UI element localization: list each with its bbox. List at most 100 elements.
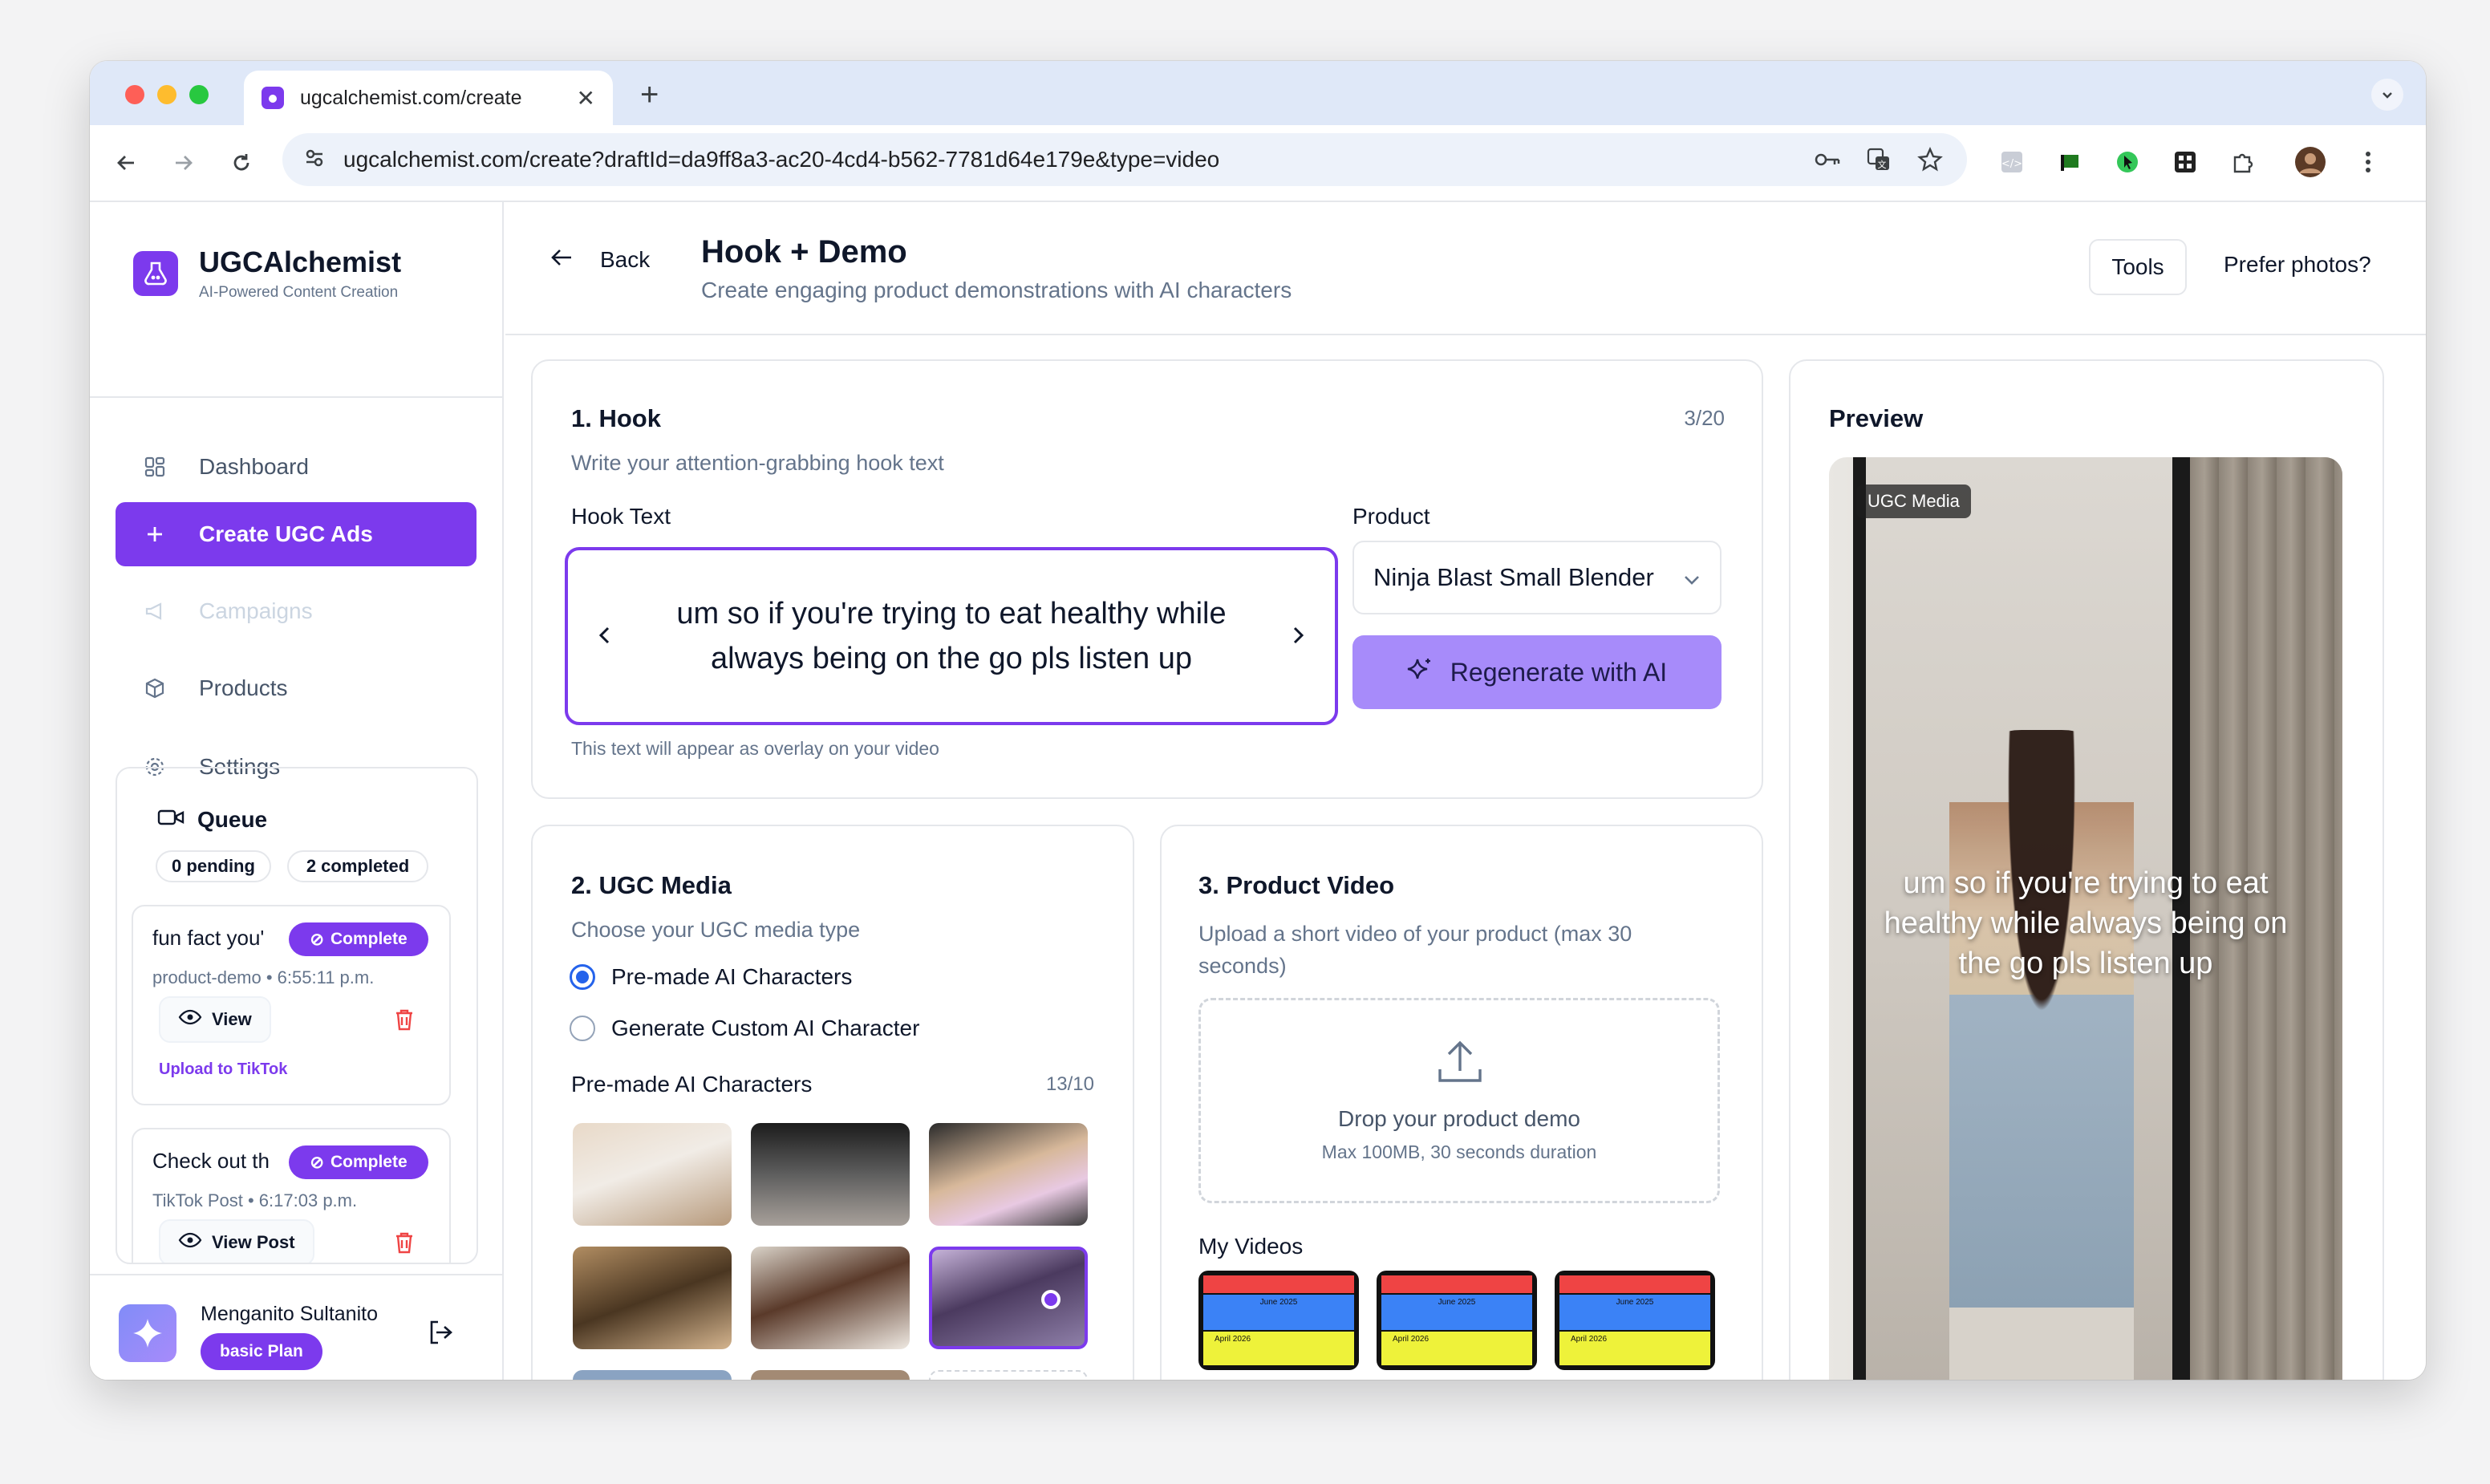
product-label: Product bbox=[1352, 504, 1430, 529]
sidebar-item-label: Campaigns bbox=[199, 598, 313, 623]
hook-text-input[interactable]: um so if you're trying to eat healthy wh… bbox=[565, 547, 1338, 725]
devtools-extension-icon[interactable]: </> bbox=[1993, 143, 2031, 181]
browser-menu-icon[interactable] bbox=[2349, 143, 2387, 181]
queue-item[interactable]: fun fact you' ⊘ Complete product-demo • 6… bbox=[132, 905, 451, 1105]
queue-item[interactable]: Check out th ⊘ Complete TikTok Post • 6:1… bbox=[132, 1128, 451, 1263]
translate-icon[interactable]: 文 bbox=[1863, 144, 1895, 176]
back-arrow-icon[interactable] bbox=[107, 144, 144, 181]
hook-card: 1. Hook 3/20 Write your attention-grabbi… bbox=[531, 359, 1763, 799]
view-post-button[interactable]: View Post bbox=[159, 1219, 314, 1263]
add-character-tile[interactable] bbox=[929, 1370, 1088, 1380]
prefer-photos-link[interactable]: Prefer photos? bbox=[2224, 252, 2371, 278]
video-label: June 2025 bbox=[1203, 1295, 1354, 1330]
sidebar-item-label: Create UGC Ads bbox=[199, 521, 373, 546]
premade-section-label: Pre-made AI Characters bbox=[571, 1072, 813, 1097]
hook-counter: 3/20 bbox=[1684, 406, 1725, 430]
dropzone-subtitle: Max 100MB, 30 seconds duration bbox=[1321, 1141, 1597, 1162]
sparkle-avatar-icon bbox=[119, 1304, 176, 1362]
trash-icon[interactable] bbox=[393, 1008, 417, 1033]
upload-to-tiktok-link[interactable]: Upload to TikTok bbox=[159, 1060, 287, 1079]
regenerate-with-ai-button[interactable]: Regenerate with AI bbox=[1352, 635, 1722, 709]
hook-text-label: Hook Text bbox=[571, 504, 671, 529]
chevron-right-icon[interactable] bbox=[1282, 619, 1314, 651]
app: UGCAlchemist AI-Powered Content Creation… bbox=[90, 202, 2426, 1380]
logo-icon bbox=[133, 251, 178, 296]
character-thumbnail-selected[interactable] bbox=[929, 1247, 1088, 1349]
sidebar-item-label: Products bbox=[199, 675, 288, 700]
chevron-down-icon bbox=[1683, 563, 1701, 592]
qr-extension-icon[interactable] bbox=[2166, 143, 2204, 181]
hook-title: 1. Hook bbox=[571, 404, 661, 432]
character-thumbnail[interactable] bbox=[751, 1247, 910, 1349]
forward-arrow-icon[interactable] bbox=[165, 144, 202, 181]
address-bar[interactable]: ugcalchemist.com/create?draftId=da9ff8a3… bbox=[282, 133, 1967, 186]
my-videos-label: My Videos bbox=[1198, 1234, 1304, 1259]
character-thumbnail[interactable] bbox=[573, 1247, 732, 1349]
sidebar-item-campaigns[interactable]: Campaigns bbox=[116, 579, 477, 643]
browser-tab[interactable]: ugcalchemist.com/create ✕ bbox=[244, 71, 613, 125]
video-thumbnail[interactable]: June 2025 April 2026 bbox=[1377, 1271, 1537, 1370]
hook-subtitle: Write your attention-grabbing hook text bbox=[571, 451, 944, 475]
site-settings-icon[interactable] bbox=[303, 147, 326, 173]
queue-panel: Queue 0 pending 2 completed fun fact you… bbox=[116, 767, 478, 1264]
video-thumbnail[interactable]: June 2025 April 2026 bbox=[1555, 1271, 1715, 1370]
ugc-media-title: 2. UGC Media bbox=[571, 871, 732, 899]
minimize-window-button[interactable] bbox=[157, 85, 176, 104]
plan-badge[interactable]: basic Plan bbox=[201, 1333, 322, 1370]
premade-count: 13/10 bbox=[1045, 1073, 1094, 1095]
character-thumbnail[interactable] bbox=[751, 1123, 910, 1226]
tab-bar: ugcalchemist.com/create ✕ + bbox=[90, 61, 2426, 125]
hook-text-value: um so if you're trying to eat healthy wh… bbox=[676, 597, 1227, 675]
character-thumbnail[interactable] bbox=[573, 1123, 732, 1226]
character-thumbnail[interactable] bbox=[929, 1123, 1088, 1226]
character-thumbnail[interactable] bbox=[573, 1370, 732, 1380]
radio-custom-character[interactable]: Generate Custom AI Character bbox=[570, 1016, 919, 1041]
sidebar: UGCAlchemist AI-Powered Content Creation… bbox=[90, 202, 504, 1380]
radio-premade-characters[interactable]: Pre-made AI Characters bbox=[570, 964, 852, 990]
queue-item-title: fun fact you' bbox=[152, 926, 265, 950]
profile-avatar-icon[interactable] bbox=[2291, 143, 2330, 181]
view-button[interactable]: View bbox=[159, 996, 271, 1043]
product-video-card: 3. Product Video Upload a short video of… bbox=[1160, 825, 1763, 1380]
preview-title: Preview bbox=[1829, 404, 1924, 432]
new-tab-icon[interactable]: + bbox=[640, 79, 659, 111]
close-tab-icon[interactable]: ✕ bbox=[577, 85, 595, 112]
bookmark-star-icon[interactable] bbox=[1914, 144, 1946, 176]
tab-search-icon[interactable] bbox=[2371, 79, 2403, 111]
password-key-icon[interactable] bbox=[1811, 144, 1843, 176]
sidebar-item-dashboard[interactable]: Dashboard bbox=[116, 435, 477, 499]
video-label: June 2025 bbox=[1381, 1295, 1532, 1330]
brand[interactable]: UGCAlchemist AI-Powered Content Creation bbox=[133, 245, 401, 302]
trash-icon[interactable] bbox=[393, 1231, 417, 1256]
ugc-media-badge: UGC Media bbox=[1856, 485, 1971, 518]
brand-tagline: AI-Powered Content Creation bbox=[199, 284, 399, 301]
svg-text:</>: </> bbox=[2001, 158, 2022, 170]
reload-icon[interactable] bbox=[223, 144, 260, 181]
preview-card: Preview UGC Media um so if you're trying… bbox=[1789, 359, 2384, 1380]
zoom-window-button[interactable] bbox=[189, 85, 209, 104]
video-thumbnail[interactable]: June 2025 April 2026 bbox=[1198, 1271, 1359, 1370]
sidebar-item-create-ugc-ads[interactable]: Create UGC Ads bbox=[116, 502, 477, 566]
svg-text:文: 文 bbox=[1878, 159, 1887, 170]
close-window-button[interactable] bbox=[125, 85, 144, 104]
product-select[interactable]: Ninja Blast Small Blender bbox=[1352, 541, 1722, 614]
ugc-media-subtitle: Choose your UGC media type bbox=[571, 918, 861, 942]
eye-icon bbox=[178, 1232, 202, 1253]
arrow-left-icon bbox=[550, 247, 573, 273]
video-label: April 2026 bbox=[1559, 1332, 1710, 1365]
tools-button[interactable]: Tools bbox=[2089, 239, 2187, 295]
extensions-puzzle-icon[interactable] bbox=[2224, 143, 2262, 181]
flag-extension-icon[interactable] bbox=[2050, 143, 2089, 181]
chevron-left-icon[interactable] bbox=[589, 619, 621, 651]
video-label: April 2026 bbox=[1203, 1332, 1354, 1365]
logout-icon[interactable] bbox=[427, 1319, 454, 1350]
sidebar-item-products[interactable]: Products bbox=[116, 656, 477, 720]
favicon-icon bbox=[262, 87, 284, 109]
cursor-extension-icon[interactable] bbox=[2108, 143, 2147, 181]
status-badge: ⊘ Complete bbox=[289, 922, 428, 956]
character-thumbnail[interactable] bbox=[751, 1370, 910, 1380]
video-label: June 2025 bbox=[1559, 1295, 1710, 1330]
back-button[interactable]: Back bbox=[550, 247, 650, 273]
preview-video[interactable]: UGC Media um so if you're trying to eat … bbox=[1829, 457, 2342, 1380]
video-dropzone[interactable]: Drop your product demo Max 100MB, 30 sec… bbox=[1198, 998, 1720, 1203]
